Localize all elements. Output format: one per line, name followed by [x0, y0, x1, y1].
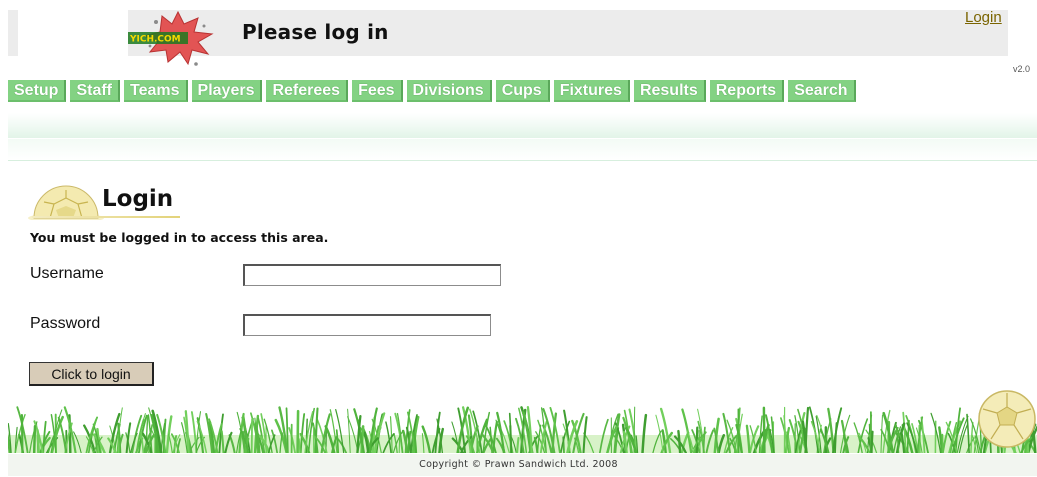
tab-players[interactable]: Players — [191, 80, 263, 102]
main-nav: Setup Staff Teams Players Referees Fees … — [8, 80, 856, 102]
tab-teams[interactable]: Teams — [124, 80, 188, 102]
tab-results[interactable]: Results — [633, 80, 706, 102]
tab-divisions[interactable]: Divisions — [406, 80, 492, 102]
username-label: Username — [30, 265, 104, 282]
password-label: Password — [30, 315, 101, 332]
tab-referees[interactable]: Referees — [266, 80, 349, 102]
login-link[interactable]: Login — [965, 9, 1002, 26]
football-icon — [28, 185, 104, 220]
password-field[interactable] — [243, 314, 491, 336]
football-icon — [978, 390, 1036, 448]
tab-reports[interactable]: Reports — [709, 80, 785, 102]
login-notice: You must be logged in to access this are… — [30, 230, 329, 245]
logo-text: YICH.COM — [129, 35, 181, 45]
grass-decoration — [8, 405, 1037, 453]
version-label: v2.0 — [1013, 64, 1031, 74]
page-title: Please log in — [242, 20, 389, 44]
tab-cups[interactable]: Cups — [495, 80, 550, 102]
tab-setup[interactable]: Setup — [8, 80, 67, 102]
tab-staff[interactable]: Staff — [70, 80, 121, 102]
title-underline — [32, 216, 180, 218]
sub-nav-bar-secondary — [8, 139, 1037, 161]
header-left-strip — [8, 10, 18, 56]
tab-fees[interactable]: Fees — [352, 80, 403, 102]
login-title: Login — [102, 186, 174, 212]
tab-search[interactable]: Search — [788, 80, 856, 102]
tab-fixtures[interactable]: Fixtures — [553, 80, 630, 102]
username-field[interactable] — [243, 264, 501, 286]
login-button[interactable]: Click to login — [29, 362, 154, 386]
sub-nav-bar — [8, 113, 1037, 138]
copyright-text: Copyright © Prawn Sandwich Ltd. 2008 — [419, 459, 618, 470]
splat-logo-icon: YICH.COM — [128, 10, 214, 66]
